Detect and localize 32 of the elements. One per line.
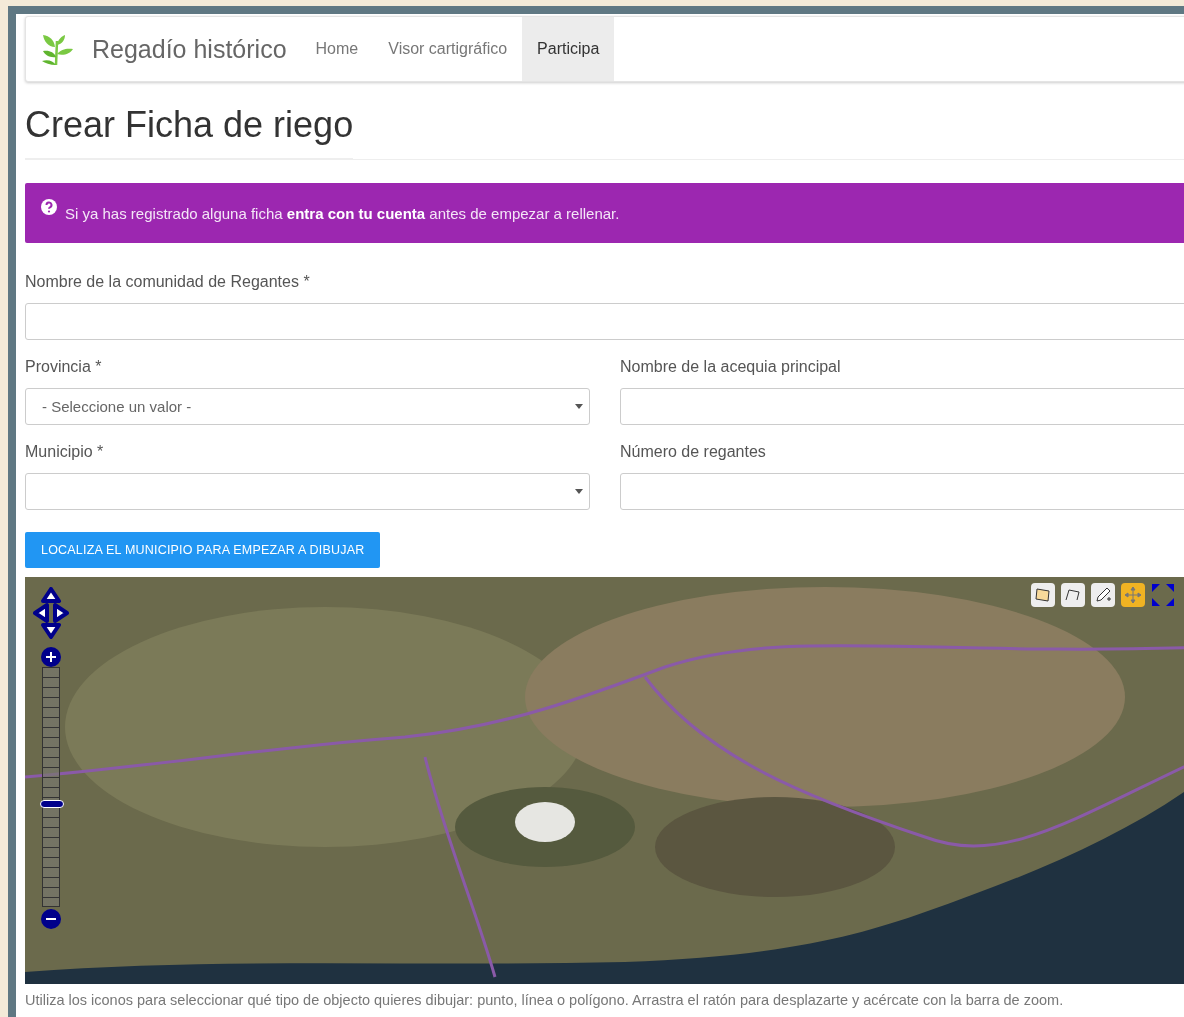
draw-tool-button[interactable] xyxy=(1061,583,1085,607)
pencil-icon xyxy=(1094,586,1112,604)
question-icon xyxy=(41,199,57,215)
page-title: Crear Ficha de riego xyxy=(25,104,354,159)
select-field[interactable]: - Seleccione un valor - xyxy=(25,388,590,425)
caret-icon xyxy=(575,404,583,409)
brand-link[interactable]: Regadío histórico xyxy=(26,17,301,81)
caret-icon xyxy=(575,489,583,494)
move-icon xyxy=(1124,586,1142,604)
fullscreen-icon[interactable] xyxy=(1151,583,1175,607)
pan-arrows-icon[interactable] xyxy=(33,587,69,639)
draw-tool-button[interactable] xyxy=(1091,583,1115,607)
field-label: Nombre de la comunidad de Regantes * xyxy=(25,273,311,291)
zoom-slider-thumb[interactable] xyxy=(40,799,64,808)
polyline-icon xyxy=(1064,587,1082,603)
alert-text: Si ya has registrado alguna ficha entra con tu cuenta antes de empezar a rellenar. xyxy=(65,204,620,222)
draw-tool-button[interactable] xyxy=(1031,583,1055,607)
map-caption: Utiliza los iconos para seleccionar qué tipo de objecto quieres dibujar: punto, línea o polígono. Arrastra el ratón para desplazarte y acércate con la barra de zoom. xyxy=(25,992,1065,1008)
input-field[interactable] xyxy=(25,303,1184,340)
nav-link[interactable]: Visor cartigráfico xyxy=(373,17,523,81)
input-field[interactable] xyxy=(620,473,1184,510)
plus-icon xyxy=(46,652,56,662)
field-label: Nombre de la acequia principal xyxy=(620,358,842,376)
polygon-icon xyxy=(1034,587,1052,603)
locate-button[interactable]: LOCALIZA EL MUNICIPIO PARA EMPEZAR A DIBUJAR xyxy=(25,532,381,568)
nav-link[interactable]: Home xyxy=(300,17,374,81)
input-field[interactable] xyxy=(620,388,1184,425)
nav-link[interactable]: Participa xyxy=(522,17,615,81)
field-label: Municipio * xyxy=(25,443,105,461)
field-label: Provincia * xyxy=(25,358,103,376)
field-label: Número de regantes xyxy=(620,443,767,461)
select-field[interactable] xyxy=(25,473,590,510)
